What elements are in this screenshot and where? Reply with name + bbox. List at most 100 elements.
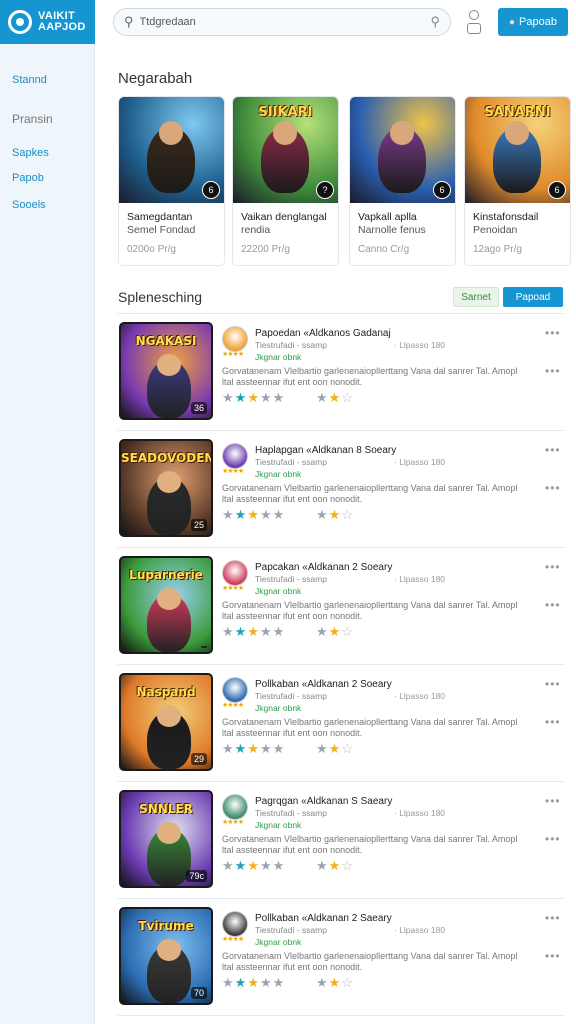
more-options-icon[interactable]: •••	[545, 832, 561, 846]
featured-card[interactable]: 6 Samegdantan Semel Fondad 0200o Pr/g	[118, 96, 225, 266]
publisher-avatar	[222, 794, 248, 820]
more-options-icon[interactable]: •••	[545, 598, 561, 612]
list-item-title[interactable]: Pollkaban «Aldkanan 2 Soeary	[255, 679, 392, 690]
featured-card[interactable]: SIIKARI ? Vaikan denglangal rendia 22200…	[232, 96, 339, 266]
list-item[interactable]: Tvirume 70 Pollkaban «Aldkanan 2 Saeary …	[118, 899, 564, 1016]
rating-stars-secondary[interactable]: ★★☆	[316, 507, 354, 523]
list-item-description: Gorvatanenam Vlelbartio garlenenaiopller…	[222, 951, 518, 972]
featured-card[interactable]: 6 Vapkall aplla Narnolle fenus Canno Cr/…	[349, 96, 456, 266]
list-item-thumb-badge: 25	[190, 519, 207, 531]
featured-card-subtitle: Penoidan	[473, 224, 518, 236]
list-item-description: Gorvatanenam Vlelbartio garlenenaiopller…	[222, 717, 518, 738]
sidebar-item-sooels[interactable]: Sooels	[12, 199, 46, 211]
character-head	[273, 121, 297, 145]
logo-icon	[8, 10, 32, 34]
character-head	[157, 354, 181, 376]
list-item-thumbnail[interactable]: NGAKASI 36	[119, 322, 213, 420]
mini-rating-stars: ★★★★	[222, 819, 244, 826]
list-item-tag: Jkgnar obnk	[255, 703, 302, 713]
cta-label: Papoab	[519, 16, 557, 28]
more-options-icon[interactable]: •••	[545, 364, 561, 378]
list-item-thumb-badge: 70	[190, 987, 207, 999]
list-item[interactable]: SNNLER 79c Pagrqgan «Aldkanan S Saeary T…	[118, 782, 564, 899]
more-options-icon[interactable]: •••	[545, 911, 561, 925]
more-options-icon[interactable]: •••	[545, 443, 561, 457]
primary-cta-button[interactable]: ● Papoab	[498, 8, 568, 36]
mini-rating-stars: ★★★★	[222, 468, 244, 475]
more-options-icon[interactable]: •••	[545, 560, 561, 574]
rating-stars-primary[interactable]: ★★★★★	[222, 975, 285, 991]
rating-stars-secondary[interactable]: ★★☆	[316, 390, 354, 406]
search-input[interactable]	[139, 16, 410, 28]
list-item-thumbnail[interactable]: Luparnerie	[119, 556, 213, 654]
featured-card-art-title: SIIKARI	[258, 105, 313, 120]
search-box[interactable]: ⚲ ⚲	[113, 8, 451, 36]
rating-stars-secondary[interactable]: ★★☆	[316, 741, 354, 757]
list-item-subtitle: Tiestrufadi - ssamp	[255, 808, 327, 818]
list-item-description: Gorvatanenam Vlelbartio garlenenaiopller…	[222, 834, 518, 855]
list-item[interactable]: Naspand 29 Pollkaban «Aldkanan 2 Soeary …	[118, 665, 564, 782]
rating-stars-secondary[interactable]: ★★☆	[316, 624, 354, 640]
list-item-tag: Jkgnar obnk	[255, 469, 302, 479]
user-icon[interactable]	[466, 10, 482, 36]
rating-stars-primary[interactable]: ★★★★★	[222, 858, 285, 874]
rating-stars-primary[interactable]: ★★★★★	[222, 624, 285, 640]
secondary-filter-button[interactable]: Sarnet	[453, 287, 499, 307]
more-options-icon[interactable]: •••	[545, 949, 561, 963]
mini-rating-stars: ★★★★	[222, 936, 244, 943]
rating-stars-secondary[interactable]: ★★☆	[316, 858, 354, 874]
app-logo[interactable]: VAIKIT AAPJOD	[0, 0, 95, 44]
sidebar-item-stannd[interactable]: Stannd	[12, 74, 47, 86]
list-item-thumbnail[interactable]: Tvirume 70	[119, 907, 213, 1005]
rating-stars-primary[interactable]: ★★★★★	[222, 741, 285, 757]
list-item-thumbnail[interactable]: SEADOVODEN 25	[119, 439, 213, 537]
more-options-icon[interactable]: •••	[545, 715, 561, 729]
cta-icon: ●	[509, 16, 516, 28]
character-head	[157, 471, 181, 493]
featured-card-art: SIIKARI ?	[233, 97, 338, 203]
list-item-tag: Jkgnar obnk	[255, 820, 302, 830]
sidebar-item-pransin[interactable]: Pransin	[12, 112, 53, 126]
list-item[interactable]: NGAKASI 36 Papoedan «Aldkanos Gadanaj Ti…	[118, 314, 564, 431]
sidebar-item-sapkes[interactable]: Sapkes	[12, 147, 49, 159]
list-item[interactable]: SEADOVODEN 25 Haplapgan «Aldkanan 8 Soea…	[118, 431, 564, 548]
sidebar-item-papob[interactable]: Papob	[12, 172, 44, 184]
list-item-thumb-title: NGAKASI	[135, 334, 197, 348]
list-item-thumbnail[interactable]: SNNLER 79c	[119, 790, 213, 888]
list-item-description: Gorvatanenam Vlelbartio garlenenaiopller…	[222, 483, 518, 504]
list-item-title[interactable]: Haplapgan «Aldkanan 8 Soeary	[255, 445, 396, 456]
list-item-title[interactable]: Papcakan «Aldkanan 2 Soeary	[255, 562, 392, 573]
more-options-icon[interactable]: •••	[545, 481, 561, 495]
sidebar: VAIKIT AAPJOD Stannd Pransin Sapkes Papo…	[0, 0, 95, 1024]
featured-card-badge: 6	[548, 181, 566, 199]
search-submit-icon[interactable]: ⚲	[430, 14, 440, 30]
more-options-icon[interactable]: •••	[545, 677, 561, 691]
list-item-title[interactable]: Pollkaban «Aldkanan 2 Saeary	[255, 913, 392, 924]
list-item-thumb-badge: 29	[190, 753, 207, 765]
featured-card-title: Kinstafonsdail	[473, 211, 539, 223]
rating-stars-secondary[interactable]: ★★☆	[316, 975, 354, 991]
list-item[interactable]: Luparnerie Papcakan «Aldkanan 2 Soeary T…	[118, 548, 564, 665]
featured-section-title: Negarabah	[118, 70, 193, 87]
list-item-time: · Llpasso 180	[394, 574, 446, 584]
featured-card[interactable]: SANARNI 6 Kinstafonsdail Penoidan 12ago …	[464, 96, 571, 266]
primary-filter-button[interactable]: Papoad	[503, 287, 563, 307]
more-options-icon[interactable]: •••	[545, 794, 561, 808]
list-item-title[interactable]: Papoedan «Aldkanos Gadanaj	[255, 328, 391, 339]
featured-card-art: SANARNI 6	[465, 97, 570, 203]
list-item-description: Gorvatanenam Vlelbartio garlenenaiopller…	[222, 366, 518, 387]
character-head	[159, 121, 183, 145]
publisher-avatar	[222, 911, 248, 937]
list-item-thumbnail[interactable]: Naspand 29	[119, 673, 213, 771]
list-item-thumb-title: SNNLER	[139, 802, 193, 816]
rating-stars-primary[interactable]: ★★★★★	[222, 507, 285, 523]
featured-card-subtitle: Semel Fondad	[127, 224, 196, 236]
rating-stars-primary[interactable]: ★★★★★	[222, 390, 285, 406]
more-options-icon[interactable]: •••	[545, 326, 561, 340]
list-item-thumb-title: Luparnerie	[129, 568, 203, 582]
list-item-tag: Jkgnar obnk	[255, 586, 302, 596]
featured-card-subtitle: rendia	[241, 224, 271, 236]
list-item-title[interactable]: Pagrqgan «Aldkanan S Saeary	[255, 796, 392, 807]
list-item-thumb-title: Tvirume	[138, 919, 194, 933]
list-item-subtitle: Tiestrufadi - ssamp	[255, 691, 327, 701]
